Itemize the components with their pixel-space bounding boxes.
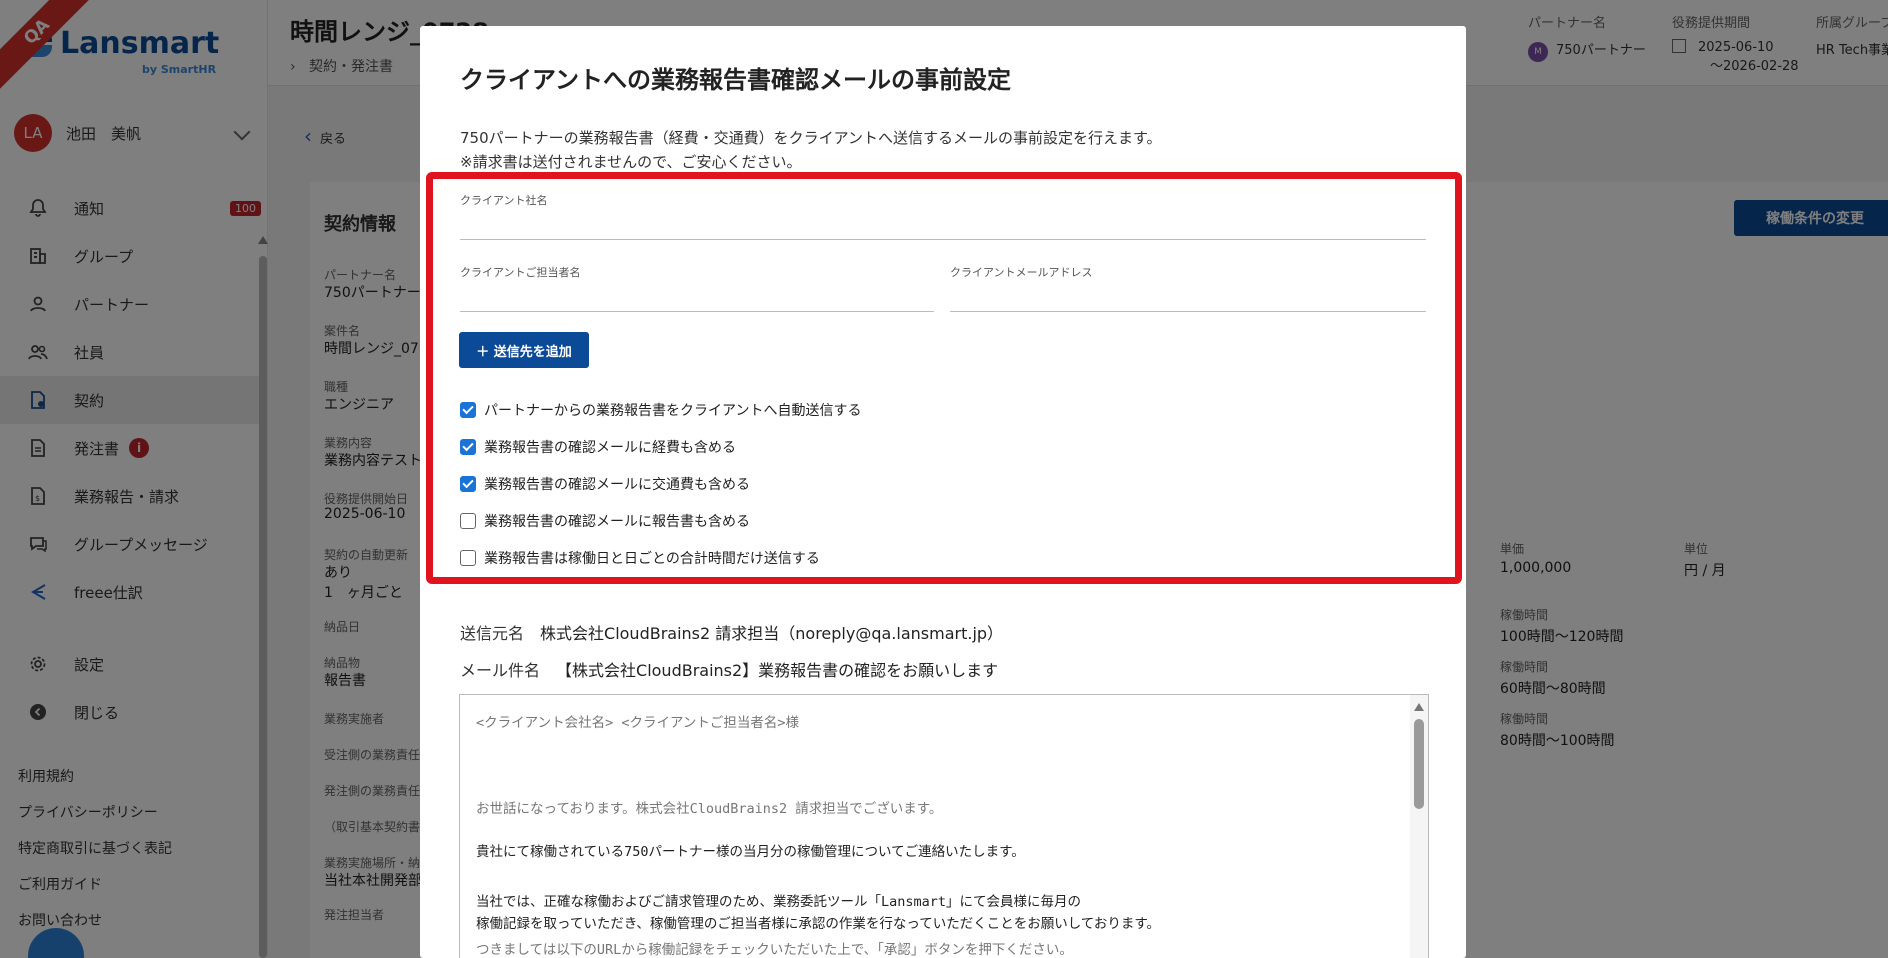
sender-label: 送信元名 (460, 624, 525, 643)
mail-line: お世話になっております。株式会社CloudBrains2 請求担当でございます。 (476, 801, 943, 817)
scroll-up-icon[interactable] (1414, 703, 1424, 711)
mail-body-textarea[interactable]: <クライアント会社名> <クライアントご担当者名>様 お世話になっております。株… (459, 694, 1429, 958)
sender-row: 送信元名 株式会社CloudBrains2 請求担当（noreply@qa.lan… (460, 620, 1003, 644)
scrollbar-thumb[interactable] (1414, 719, 1424, 809)
mail-line: つきましては以下のURLから稼働記録をチェックいただいた上で、「承認」ボタンを押… (476, 942, 1073, 958)
modal-description: 750パートナーの業務報告書（経費・交通費）をクライアントへ送信するメールの事前… (460, 126, 1162, 174)
subject-row: メール件名 【株式会社CloudBrains2】業務報告書の確認をお願いします (460, 657, 998, 681)
description-line: 750パートナーの業務報告書（経費・交通費）をクライアントへ送信するメールの事前… (460, 129, 1162, 147)
mail-line: <クライアント会社名> <クライアントご担当者名>様 (476, 715, 800, 731)
highlight-box (426, 172, 1462, 584)
mail-line: 稼働記録を取っていただき、稼働管理のご担当者様に承認の作業を行なっていただくこと… (476, 916, 1161, 932)
subject-value: 【株式会社CloudBrains2】業務報告書の確認をお願いします (556, 661, 999, 680)
subject-label: メール件名 (460, 661, 541, 680)
mail-line: 貴社にて稼働されている750パートナー様の当月分の稼働管理についてご連絡いたしま… (476, 844, 1025, 860)
mail-line: 当社では、正確な稼働およびご請求管理のため、業務委託ツール「Lansmart」に… (476, 894, 1082, 910)
modal-title: クライアントへの業務報告書確認メールの事前設定 (460, 66, 1012, 94)
mail-scrollbar[interactable] (1410, 695, 1428, 958)
email-settings-modal: クライアントへの業務報告書確認メールの事前設定 750パートナーの業務報告書（経… (420, 26, 1466, 958)
sender-value: 株式会社CloudBrains2 請求担当（noreply@qa.lansmar… (540, 624, 1004, 643)
description-note: ※請求書は送付されませんので、ご安心ください。 (460, 153, 802, 171)
